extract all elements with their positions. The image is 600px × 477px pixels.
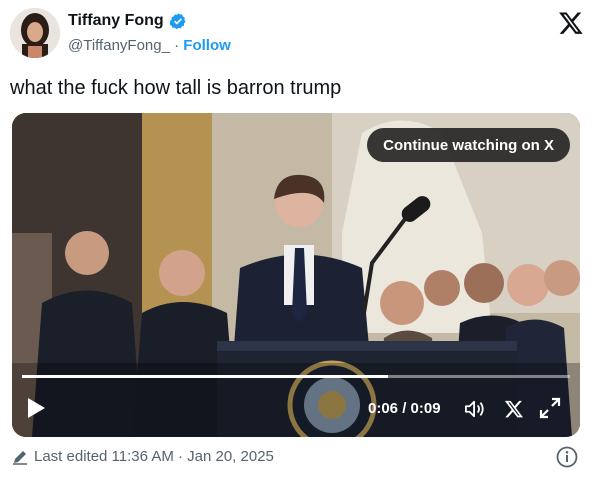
video-player[interactable]: Continue watching on X 0:06 / 0:09 [12,113,580,437]
follow-button[interactable]: Follow [183,37,231,54]
info-icon[interactable] [556,446,578,468]
avatar[interactable] [10,8,60,58]
pencil-icon [13,450,27,465]
expand-icon[interactable] [539,397,561,419]
progress-bar-fill [22,375,388,378]
continue-watching-button[interactable]: Continue watching on X [367,128,570,162]
volume-icon[interactable] [464,399,486,419]
x-logo-icon[interactable] [504,399,524,419]
author-handle[interactable]: @TiffanyFong_ [68,37,170,54]
handle-separator: · [174,37,180,54]
time-display: 0:06 / 0:09 [368,400,441,417]
last-edited-text: Last edited 11:36 AM · Jan 20, 2025 [34,448,274,465]
progress-bar[interactable] [22,375,570,378]
tweet-text: what the fuck how tall is barron trump [10,77,342,99]
author-name[interactable]: Tiffany Fong [68,12,164,30]
x-logo-icon[interactable] [558,10,584,36]
play-icon[interactable] [26,397,46,419]
verified-badge-icon [169,13,186,30]
last-edited-link[interactable]: Last edited 11:36 AM · Jan 20, 2025 [12,448,274,465]
